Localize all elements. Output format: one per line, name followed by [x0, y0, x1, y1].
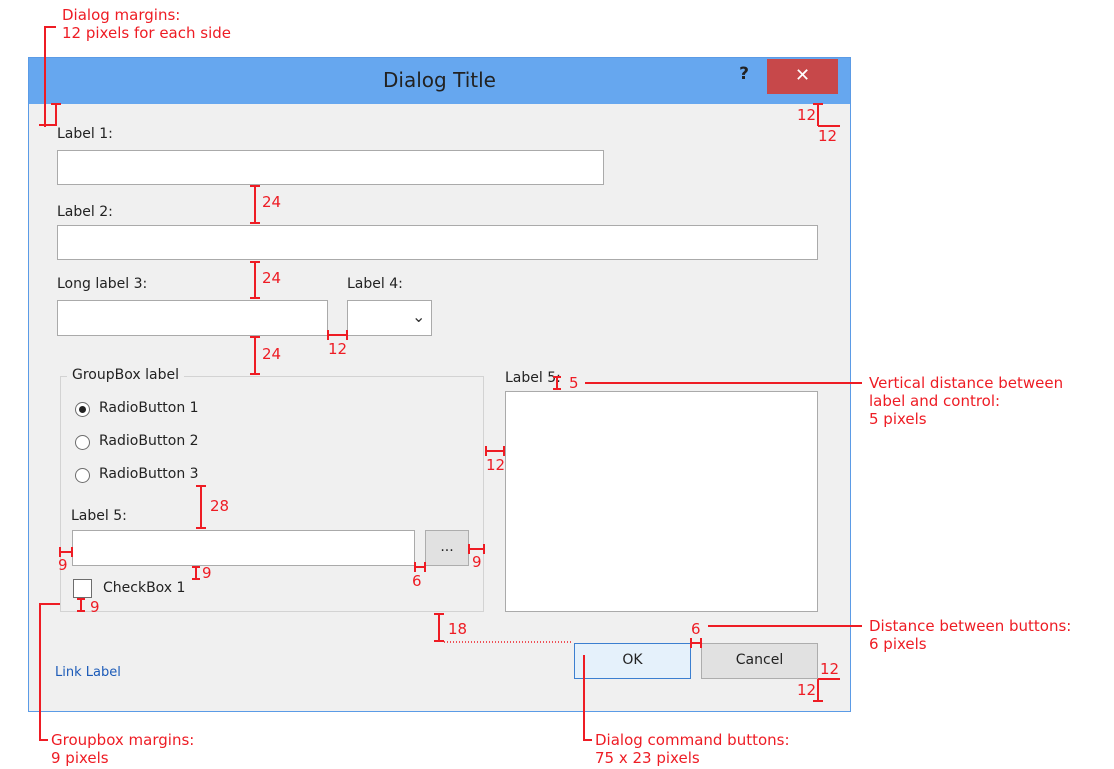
spacing-9-under: 9 [202, 564, 212, 582]
spacing-12-bottom-h: 12 [820, 660, 840, 678]
spacing-12-bottom-v: 12 [797, 681, 817, 699]
spacing-18: 18 [448, 620, 468, 638]
spacing-5: 5 [569, 374, 579, 392]
note-line: Vertical distance between [869, 374, 1064, 392]
spacing-9-right: 9 [472, 553, 482, 571]
spacing-28: 28 [210, 497, 230, 515]
note-line: label and control: [869, 392, 1001, 410]
spacing-6-browse: 6 [412, 572, 422, 590]
spacing-12-group: 12 [486, 456, 506, 474]
spacing-6-buttons: 6 [691, 620, 701, 638]
note-line: Distance between buttons: [869, 617, 1072, 635]
dialog-margin-leader [44, 26, 56, 127]
note-line: 5 pixels [869, 410, 927, 428]
spacing-12-between: 12 [328, 340, 348, 358]
note-line: Dialog margins: [62, 6, 181, 24]
note-line: Groupbox margins: [51, 731, 195, 749]
command-buttons-leader [583, 655, 592, 741]
note-line: Dialog command buttons: [595, 731, 790, 749]
groupbox-margin-leader [39, 603, 60, 741]
note-line: 9 pixels [51, 749, 109, 767]
note-line: 12 pixels for each side [62, 24, 232, 42]
spacing-9-check: 9 [90, 598, 100, 616]
spacing-24-row1: 24 [262, 193, 282, 211]
dialog-margins-note: Dialog margins: 12 pixels for each side [62, 6, 231, 42]
command-buttons-note: Dialog command buttons: 75 x 23 pixels [595, 731, 790, 767]
note-line: 6 pixels [869, 635, 927, 653]
spacing-12-top-v: 12 [818, 127, 838, 145]
spacing-9-left: 9 [58, 556, 68, 574]
vertical-distance-note: Vertical distance between label and cont… [869, 374, 1063, 428]
spacing-12-top-h: 12 [797, 106, 817, 124]
distance-buttons-note: Distance between buttons: 6 pixels [869, 617, 1071, 653]
groupbox-margins-note: Groupbox margins: 9 pixels [51, 731, 194, 767]
spacing-24-row3: 24 [262, 345, 282, 363]
note-line: 75 x 23 pixels [595, 749, 700, 767]
spacing-24-row2: 24 [262, 269, 282, 287]
